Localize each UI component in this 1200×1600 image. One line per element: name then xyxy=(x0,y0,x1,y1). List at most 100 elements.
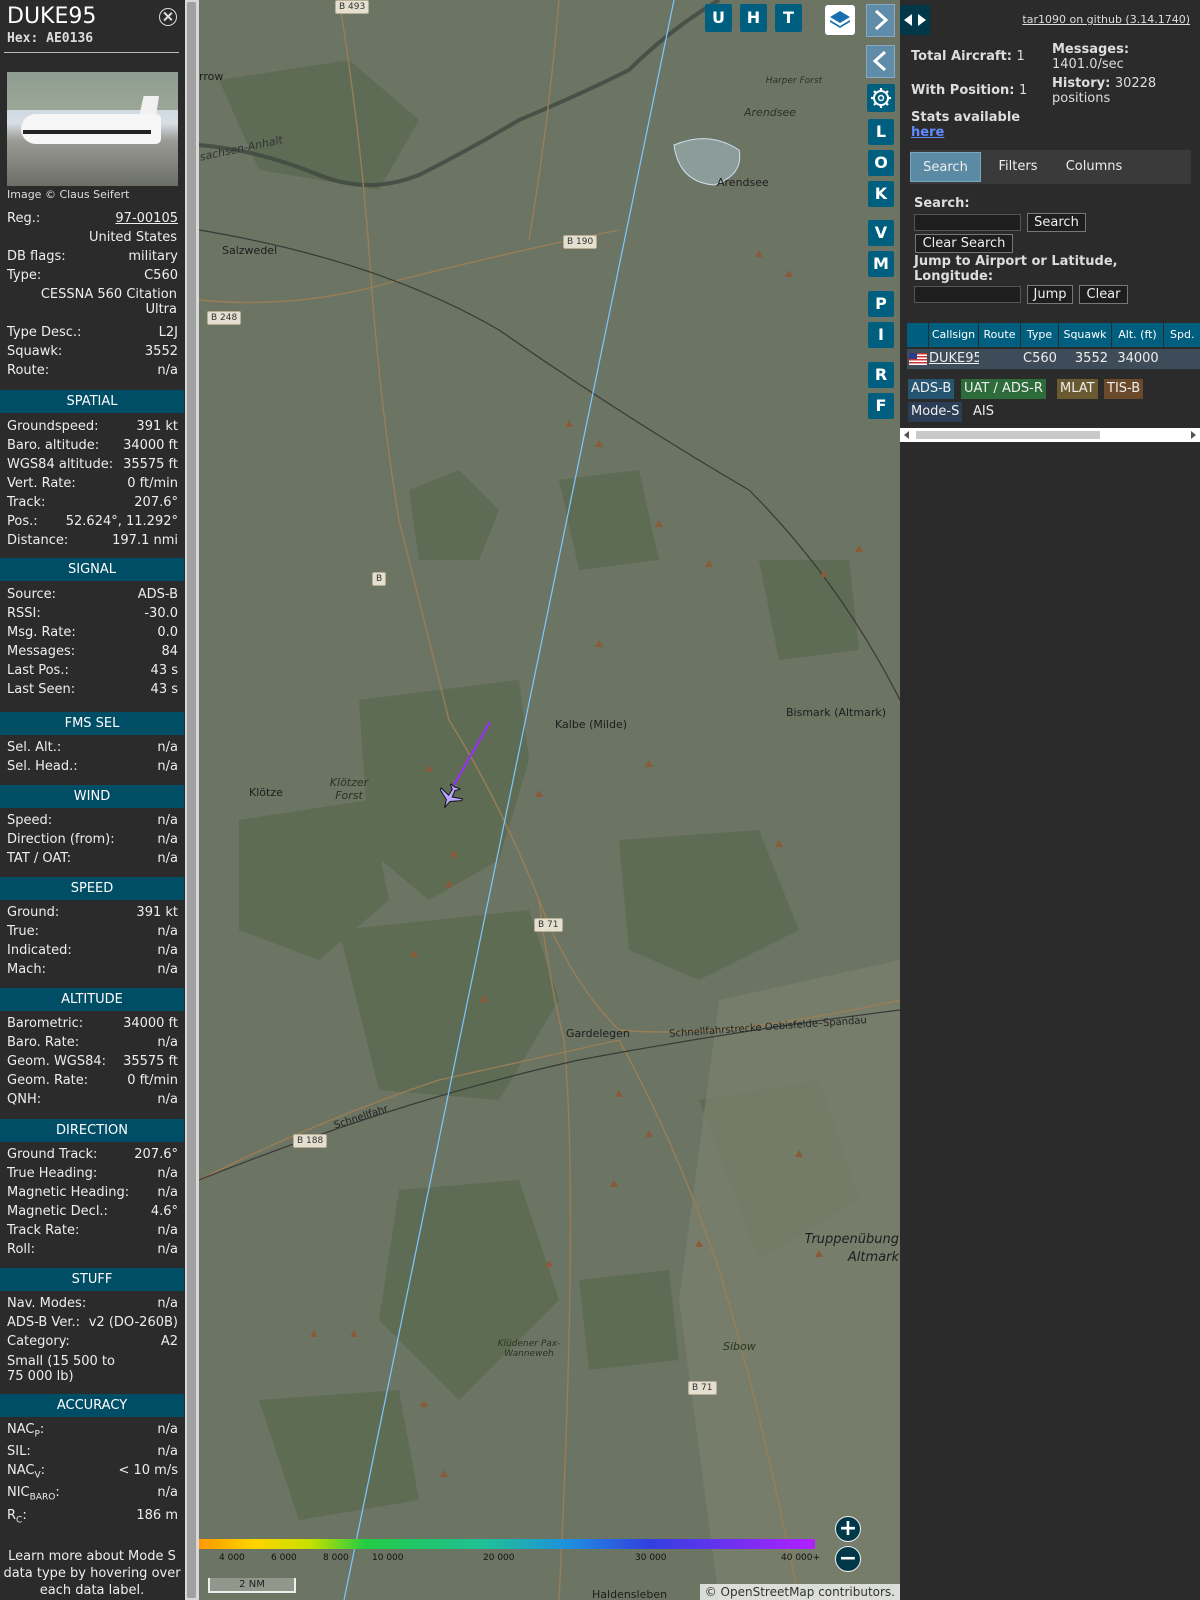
legend-tisb[interactable]: TIS-B xyxy=(1104,379,1144,399)
table-row-route xyxy=(979,349,1021,369)
toggle-sidebar-button[interactable] xyxy=(900,5,930,35)
table-header[interactable]: Callsign xyxy=(929,323,979,347)
altitude-tick: 20 000 xyxy=(483,1553,515,1563)
direction-row: Ground Track: 207.6° xyxy=(7,1147,178,1162)
zoom-out-button[interactable]: − xyxy=(835,1546,861,1572)
table-header[interactable]: Alt. (ft) xyxy=(1112,323,1164,347)
accuracy-row: NACP: n/a xyxy=(7,1422,178,1440)
signal-row: Messages: 84 xyxy=(7,644,178,659)
toggle-t-button[interactable]: T xyxy=(775,4,802,32)
road-label: B 248 xyxy=(207,311,242,325)
github-link[interactable]: tar1090 on github (3.14.1740) xyxy=(1022,13,1190,26)
direction-row: True Heading: n/a xyxy=(7,1166,178,1181)
clear-button[interactable]: Clear xyxy=(1079,285,1128,304)
section-accuracy: ACCURACY xyxy=(0,1394,184,1417)
expand-right-button[interactable] xyxy=(866,4,895,37)
accuracy-row: NICBARO: n/a xyxy=(7,1485,178,1503)
table-row-speed xyxy=(1164,349,1200,369)
toggle-h-button[interactable]: H xyxy=(740,4,767,32)
table-header[interactable]: Squawk xyxy=(1059,323,1112,347)
search-input[interactable] xyxy=(914,214,1021,231)
tab-search[interactable]: Search xyxy=(910,152,981,182)
place-label: Salzwedel xyxy=(222,244,278,257)
jump-input[interactable] xyxy=(914,286,1021,303)
map-view[interactable]: B 493 B 190 B 248 B B 71 B 188 B 71 rrow… xyxy=(199,0,900,1600)
place-label: Gardelegen xyxy=(566,1027,630,1040)
spatial-row: Groundspeed: 391 kt xyxy=(7,419,178,434)
table-header-flag[interactable] xyxy=(907,323,929,347)
altitude-legend-bar xyxy=(199,1539,815,1549)
history-stat: History: 30228 positions xyxy=(1052,76,1157,106)
route-row: Route: n/a xyxy=(7,363,178,378)
layers-button[interactable] xyxy=(825,5,855,35)
place-label: Klötze xyxy=(249,786,283,799)
registration-link[interactable]: 97-00105 xyxy=(115,211,178,226)
place-label: Altmark xyxy=(847,1250,899,1265)
tab-filters[interactable]: Filters xyxy=(983,152,1053,182)
typedesc-row: Type Desc.: L2J xyxy=(7,325,178,340)
toggle-f-button[interactable]: F xyxy=(868,393,894,419)
altitude-tick: 30 000 xyxy=(635,1553,667,1563)
place-label: Kalbe (Milde) xyxy=(555,718,627,731)
road-label: B 71 xyxy=(534,918,563,932)
map-attribution[interactable]: © OpenStreetMap contributors. xyxy=(699,1584,900,1600)
aircraft-photo[interactable] xyxy=(7,72,178,186)
table-header[interactable]: Type xyxy=(1021,323,1059,347)
legend-uat[interactable]: UAT / ADS-R xyxy=(961,379,1046,399)
sidebar-scrollbar[interactable] xyxy=(185,0,199,1600)
stats-link[interactable]: here xyxy=(911,125,1020,140)
road-label: B 71 xyxy=(688,1381,717,1395)
legend-modes[interactable]: Mode-S xyxy=(908,402,963,422)
table-row-alt: 34000 xyxy=(1112,349,1164,369)
place-label: Arendsee xyxy=(744,106,797,119)
altitude-tick: 8 000 xyxy=(323,1553,349,1563)
table-header[interactable]: Route xyxy=(979,323,1021,347)
search-button[interactable]: Search xyxy=(1027,213,1086,232)
altitude-row: Geom. WGS84: 35575 ft xyxy=(7,1054,178,1069)
jump-label: Jump to Airport or Latitude, Longitude: xyxy=(914,254,1118,284)
toggle-i-button[interactable]: I xyxy=(868,322,894,348)
collapse-left-button[interactable] xyxy=(866,45,895,78)
section-speed: SPEED xyxy=(0,877,184,900)
table-header[interactable]: Spd. xyxy=(1164,323,1200,347)
speed-row: Mach: n/a xyxy=(7,962,178,977)
settings-button[interactable] xyxy=(867,84,895,112)
legend-mlat[interactable]: MLAT xyxy=(1057,379,1098,399)
toggle-k-button[interactable]: K xyxy=(868,181,894,207)
section-signal: SIGNAL xyxy=(0,558,184,581)
signal-row: Last Pos.: 43 s xyxy=(7,663,178,678)
toggle-v-button[interactable]: V xyxy=(868,220,894,246)
divider xyxy=(4,52,179,53)
table-row-callsign[interactable]: DUKE95 xyxy=(929,349,982,369)
category-desc-2: 75 000 lb) xyxy=(7,1369,74,1384)
toggle-m-button[interactable]: M xyxy=(868,251,894,277)
legend-ais[interactable]: AIS xyxy=(970,402,997,422)
jump-button[interactable]: Jump xyxy=(1027,285,1073,304)
toggle-u-button[interactable]: U xyxy=(705,4,732,32)
direction-row: Roll: n/a xyxy=(7,1242,178,1257)
tab-columns[interactable]: Columns xyxy=(1055,152,1133,182)
toggle-p-button[interactable]: P xyxy=(868,291,894,317)
wind-row: Direction (from): n/a xyxy=(7,832,178,847)
zoom-in-button[interactable]: + xyxy=(835,1516,861,1542)
total-aircraft: Total Aircraft: 1 xyxy=(911,49,1025,64)
table-row-squawk: 3552 xyxy=(1059,349,1112,369)
section-wind: WIND xyxy=(0,785,184,808)
section-direction: DIRECTION xyxy=(0,1119,184,1142)
close-icon[interactable] xyxy=(159,8,177,26)
table-horizontal-scrollbar[interactable] xyxy=(900,428,1200,442)
altitude-tick: 40 000+ xyxy=(781,1553,821,1563)
toggle-o-button[interactable]: O xyxy=(868,150,894,176)
toggle-r-button[interactable]: R xyxy=(868,362,894,388)
spatial-row: Pos.: 52.624°, 11.292° xyxy=(7,514,178,529)
speed-row: Indicated: n/a xyxy=(7,943,178,958)
fms-row: Sel. Head.: n/a xyxy=(7,759,178,774)
chevron-left-icon xyxy=(872,50,887,72)
reg-row: Reg.: 97-00105 xyxy=(7,211,178,226)
image-credit: Image © Claus Seifert xyxy=(7,188,130,201)
stuff-row: Nav. Modes: n/a xyxy=(7,1296,178,1311)
clear-search-button[interactable]: Clear Search xyxy=(915,234,1013,253)
stats-available: Stats available here xyxy=(911,110,1021,140)
legend-adsb[interactable]: ADS-B xyxy=(908,379,955,399)
toggle-l-button[interactable]: L xyxy=(868,119,894,145)
